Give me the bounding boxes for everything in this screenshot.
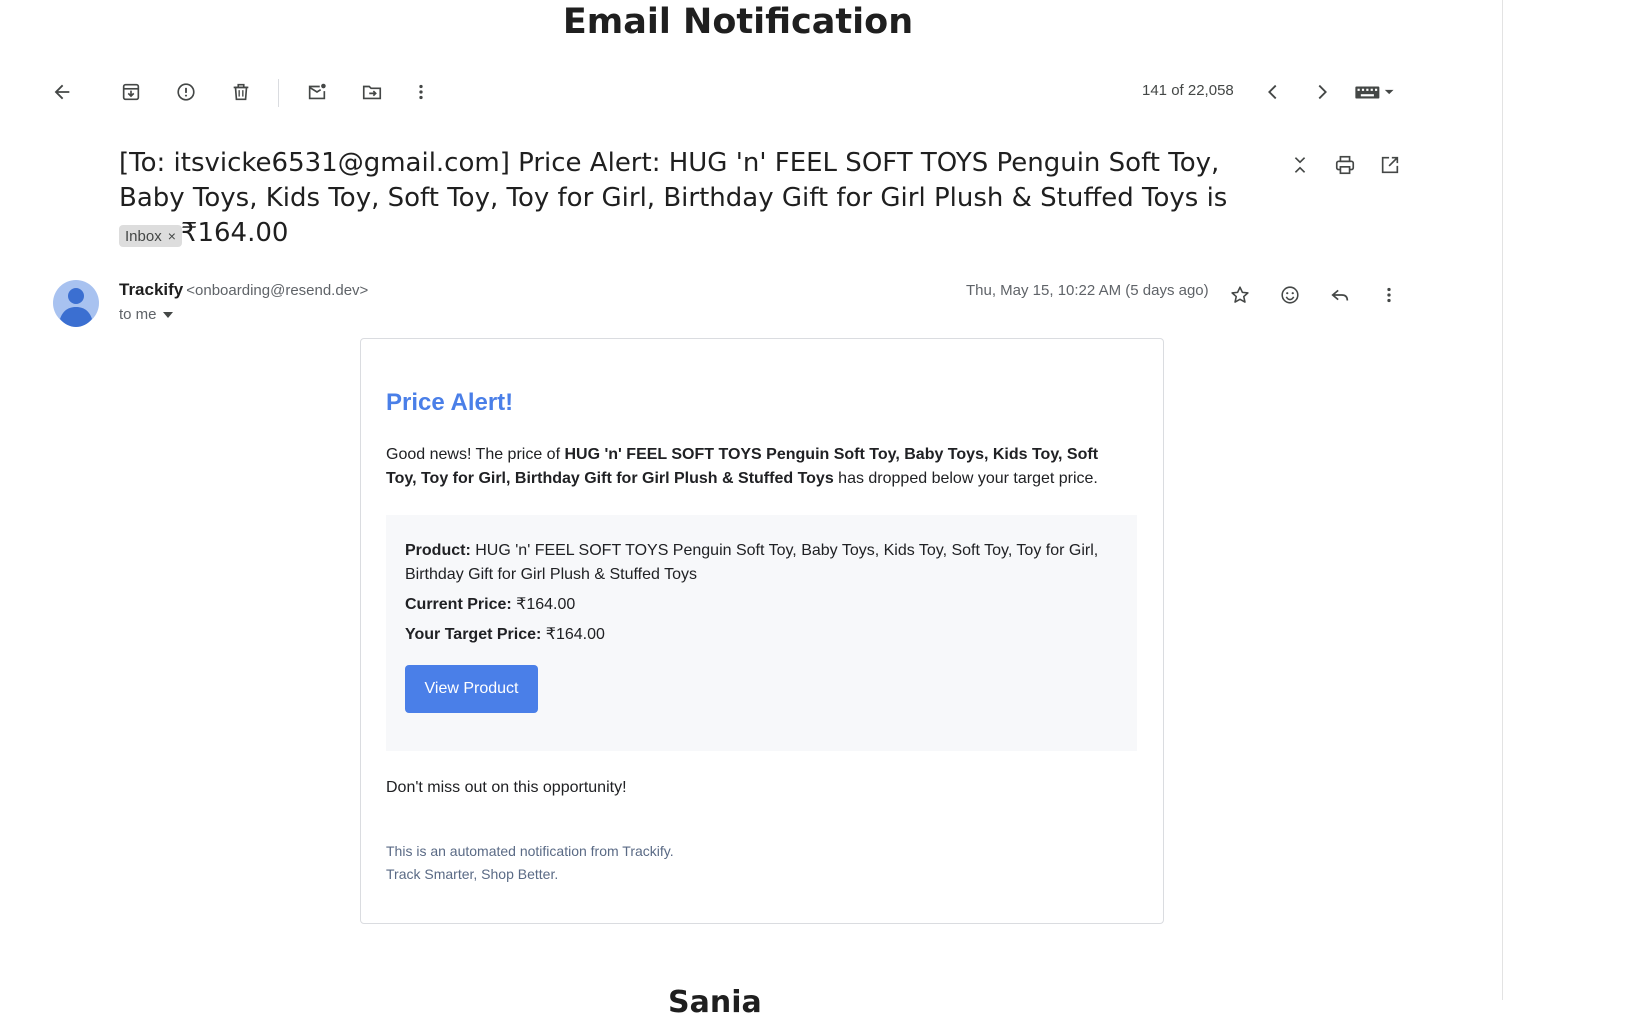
keyboard-input-icon[interactable] — [1350, 75, 1400, 109]
star-icon[interactable] — [1223, 278, 1257, 312]
alert-intro: Good news! The price of HUG 'n' FEEL SOF… — [386, 443, 1121, 491]
current-price-line: Current Price: ₹164.00 — [405, 593, 1117, 617]
details-dropdown-icon[interactable] — [162, 311, 173, 318]
target-price-label: Your Target Price: — [405, 626, 542, 643]
archive-icon[interactable] — [114, 75, 148, 109]
vertical-divider — [1502, 0, 1503, 1000]
email-subject: [To: itsvicke6531@gmail.com] Price Alert… — [119, 148, 1228, 248]
print-icon[interactable] — [1328, 148, 1362, 182]
product-label: Product: — [405, 542, 471, 559]
missout-text: Don't miss out on this opportunity! — [386, 779, 627, 796]
more-vert-icon[interactable] — [404, 75, 438, 109]
sender: Trackify <onboarding@resend.dev> — [119, 280, 368, 300]
target-price-line: Your Target Price: ₹164.00 — [405, 623, 1117, 647]
page-title: Email Notification — [562, 2, 914, 42]
message-more-icon[interactable] — [1372, 278, 1406, 312]
current-price-label: Current Price: — [405, 596, 512, 613]
footer-line-2: Track Smarter, Shop Better. — [386, 866, 559, 882]
current-price-value: ₹164.00 — [516, 596, 576, 613]
toolbar-separator — [278, 79, 279, 107]
target-price-value: ₹164.00 — [545, 626, 605, 643]
email-date: Thu, May 15, 10:22 AM (5 days ago) — [966, 282, 1209, 299]
move-to-icon[interactable] — [355, 75, 389, 109]
next-email-icon[interactable] — [1305, 75, 1339, 109]
intro-suffix: has dropped below your target price. — [833, 470, 1098, 487]
intro-prefix: Good news! The price of — [386, 446, 565, 463]
mark-unread-icon[interactable] — [300, 75, 334, 109]
alert-title: Price Alert! — [386, 389, 514, 416]
bottom-cut-heading: Sania — [668, 985, 762, 1020]
sender-name[interactable]: Trackify — [119, 280, 183, 299]
prev-email-icon[interactable] — [1256, 75, 1290, 109]
pager-count: 141 of 22,058 — [1142, 82, 1234, 99]
sender-email: <onboarding@resend.dev> — [186, 282, 369, 299]
footer-line-1: This is an automated notification from T… — [386, 843, 674, 859]
emoji-reaction-icon[interactable] — [1273, 278, 1307, 312]
back-arrow-icon[interactable] — [45, 75, 79, 109]
email-body-card: Price Alert! Good news! The price of HUG… — [360, 338, 1164, 924]
open-new-window-icon[interactable] — [1373, 148, 1407, 182]
recipients-text: to me — [119, 306, 157, 323]
card-footer: This is an automated notification from T… — [386, 840, 674, 886]
avatar — [53, 278, 99, 328]
collapse-all-icon[interactable] — [1283, 148, 1317, 182]
label-text: Inbox — [125, 227, 162, 245]
report-spam-icon[interactable] — [169, 75, 203, 109]
product-line: Product: HUG 'n' FEEL SOFT TOYS Penguin … — [405, 539, 1117, 587]
inbox-label-chip[interactable]: Inbox × — [119, 225, 182, 247]
view-product-button[interactable]: View Product — [405, 665, 538, 713]
product-info-box: Product: HUG 'n' FEEL SOFT TOYS Penguin … — [386, 515, 1137, 751]
recipients[interactable]: to me — [119, 306, 173, 323]
product-value: HUG 'n' FEEL SOFT TOYS Penguin Soft Toy,… — [405, 542, 1099, 583]
reply-icon[interactable] — [1323, 278, 1357, 312]
delete-icon[interactable] — [224, 75, 258, 109]
remove-label-icon[interactable]: × — [168, 228, 176, 244]
